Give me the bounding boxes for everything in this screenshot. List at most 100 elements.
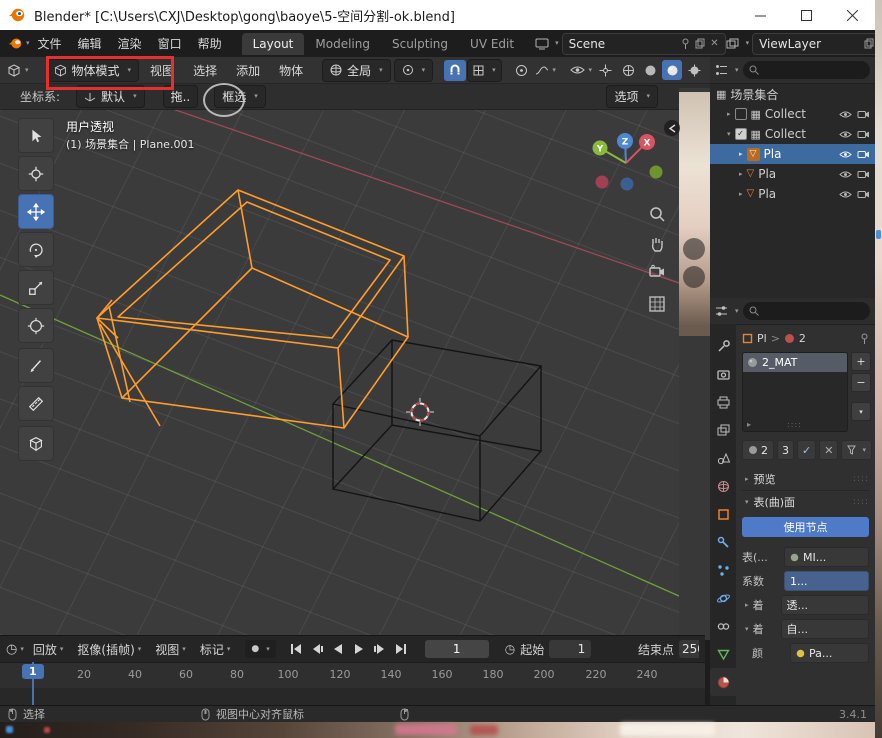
- tab-modifiers[interactable]: [710, 528, 736, 556]
- start-frame-field[interactable]: 1: [549, 640, 591, 658]
- pin-icon[interactable]: [860, 333, 869, 344]
- surface-shader-dropdown[interactable]: MI...: [784, 547, 869, 567]
- menu-marker[interactable]: 标记▾: [195, 639, 236, 660]
- gizmos-toggle[interactable]: [594, 60, 616, 81]
- camera-view-button[interactable]: [648, 264, 666, 279]
- viewport-canvas[interactable]: 用户透视 (1) 场景集合 | Plane.001: [0, 110, 679, 635]
- tab-material[interactable]: [710, 668, 736, 696]
- tab-physics[interactable]: [710, 584, 736, 612]
- sliver-zoom-button[interactable]: [683, 238, 705, 260]
- viewlayer-browse-icon[interactable]: [726, 38, 740, 50]
- blender-menu-button[interactable]: ▾: [8, 36, 30, 51]
- expand-icon[interactable]: ▸: [727, 111, 731, 118]
- eye-icon[interactable]: [839, 110, 852, 119]
- outliner-row-collection-2[interactable]: ▾ ✓ ▦ Collect: [710, 124, 875, 144]
- menu-render[interactable]: 渲染: [110, 32, 150, 55]
- cursor-tool[interactable]: [18, 156, 54, 191]
- outliner-search[interactable]: [743, 61, 870, 79]
- workspace-tab-sculpting[interactable]: Sculpting: [381, 33, 459, 55]
- slot-specials-button[interactable]: ▾: [851, 402, 871, 421]
- show-overlays-dropdown[interactable]: ▾: [570, 65, 592, 75]
- tab-world[interactable]: [710, 472, 736, 500]
- copy-icon[interactable]: [695, 38, 705, 49]
- menu-file[interactable]: 文件: [30, 32, 70, 55]
- factor-slider[interactable]: 1...: [784, 571, 869, 591]
- pin-icon[interactable]: [681, 38, 690, 49]
- jump-to-end-button[interactable]: [391, 640, 411, 658]
- slot-list-expand[interactable]: ▸: [747, 420, 751, 429]
- eye-icon[interactable]: [839, 170, 852, 179]
- breadcrumb-material[interactable]: 2: [799, 332, 806, 345]
- tab-render[interactable]: [710, 360, 736, 388]
- chevron-down-icon[interactable]: ▾: [555, 40, 559, 47]
- shader1-dropdown[interactable]: 透...: [781, 595, 869, 615]
- breadcrumb-object[interactable]: Pl: [757, 332, 767, 345]
- copy-icon[interactable]: [864, 38, 874, 49]
- menu-add[interactable]: 添加: [228, 59, 268, 82]
- rotate-tool[interactable]: [18, 232, 54, 267]
- shading-rendered-button[interactable]: [684, 60, 704, 80]
- measure-tool[interactable]: [18, 386, 54, 421]
- add-slot-button[interactable]: +: [851, 352, 871, 371]
- tab-object-data[interactable]: [710, 640, 736, 668]
- eye-icon[interactable]: [839, 130, 852, 139]
- editor-type-button[interactable]: ▾: [6, 63, 29, 78]
- color-field[interactable]: Pa...: [790, 643, 869, 663]
- jump-to-start-button[interactable]: [286, 640, 306, 658]
- auto-key-button[interactable]: ● ▾: [245, 640, 275, 658]
- chevron-down-icon[interactable]: ▾: [735, 308, 739, 315]
- close-button[interactable]: [829, 0, 875, 30]
- expand-icon[interactable]: ▸: [745, 602, 749, 609]
- outliner-row-collection-1[interactable]: ▸ ▦ Collect: [710, 104, 875, 124]
- tab-tool[interactable]: [710, 332, 736, 360]
- minimize-button[interactable]: [737, 0, 783, 30]
- unlink-material-button[interactable]: ✕: [819, 440, 838, 460]
- play-reverse-button[interactable]: [328, 640, 348, 658]
- properties-search[interactable]: [743, 302, 870, 320]
- menu-help[interactable]: 帮助: [190, 32, 230, 55]
- zoom-button[interactable]: [648, 205, 666, 223]
- camera-icon[interactable]: [857, 169, 870, 179]
- outliner-row-object-2[interactable]: ▸ ▽ Pla: [710, 164, 875, 184]
- timeline-track-area[interactable]: [0, 688, 705, 706]
- scale-tool[interactable]: [18, 270, 54, 305]
- annotate-tool[interactable]: [18, 348, 54, 383]
- outliner-row-object-3[interactable]: ▸ ▽ Pla: [710, 184, 875, 204]
- expand-icon[interactable]: ▾: [745, 626, 749, 633]
- material-slot-row[interactable]: 2_MAT: [743, 353, 847, 372]
- clock-icon[interactable]: ◷: [505, 642, 515, 656]
- camera-icon[interactable]: [857, 129, 870, 139]
- fake-user-toggle[interactable]: ✓: [797, 440, 816, 460]
- unlink-scene-icon[interactable]: ✕: [710, 38, 718, 49]
- expand-icon[interactable]: ▸: [739, 151, 743, 158]
- secondary-viewport[interactable]: [679, 88, 710, 640]
- current-frame-badge[interactable]: 1: [22, 664, 44, 679]
- workspace-tab-layout[interactable]: Layout: [242, 33, 305, 55]
- exclude-checkbox[interactable]: [735, 108, 747, 120]
- shading-wireframe-button[interactable]: [618, 60, 638, 80]
- add-cube-tool[interactable]: [18, 426, 54, 461]
- eye-icon[interactable]: [839, 150, 852, 159]
- camera-icon[interactable]: [857, 149, 870, 159]
- workspace-tab-modeling[interactable]: Modeling: [304, 33, 381, 55]
- tab-particles[interactable]: [710, 556, 736, 584]
- prev-keyframe-button[interactable]: [307, 640, 327, 658]
- surface-section[interactable]: ▾ 表(曲)面 ::::: [742, 491, 869, 513]
- menu-view[interactable]: 视图: [142, 59, 182, 82]
- shader2-dropdown[interactable]: 自...: [781, 619, 869, 639]
- end-frame-field[interactable]: 250: [679, 640, 699, 658]
- falloff-dropdown[interactable]: ▾: [535, 60, 557, 81]
- chevron-down-icon[interactable]: ▾: [746, 40, 750, 47]
- expand-icon[interactable]: ▸: [739, 191, 743, 198]
- slot-list-grip[interactable]: ::::: [787, 420, 802, 429]
- tab-object[interactable]: [710, 500, 736, 528]
- eye-icon[interactable]: [839, 190, 852, 199]
- mode-dropdown[interactable]: 物体模式 ▾: [46, 59, 140, 82]
- proportional-edit-toggle[interactable]: [511, 60, 533, 81]
- menu-playback[interactable]: 回放▾: [28, 639, 69, 660]
- collapse-region-arrow[interactable]: [664, 120, 680, 136]
- material-slot-list[interactable]: 2_MAT ▸ ::::: [742, 352, 848, 432]
- remove-slot-button[interactable]: −: [851, 373, 871, 392]
- workspace-tab-uvedit[interactable]: UV Edit: [459, 33, 525, 55]
- transform-tool[interactable]: [18, 308, 54, 343]
